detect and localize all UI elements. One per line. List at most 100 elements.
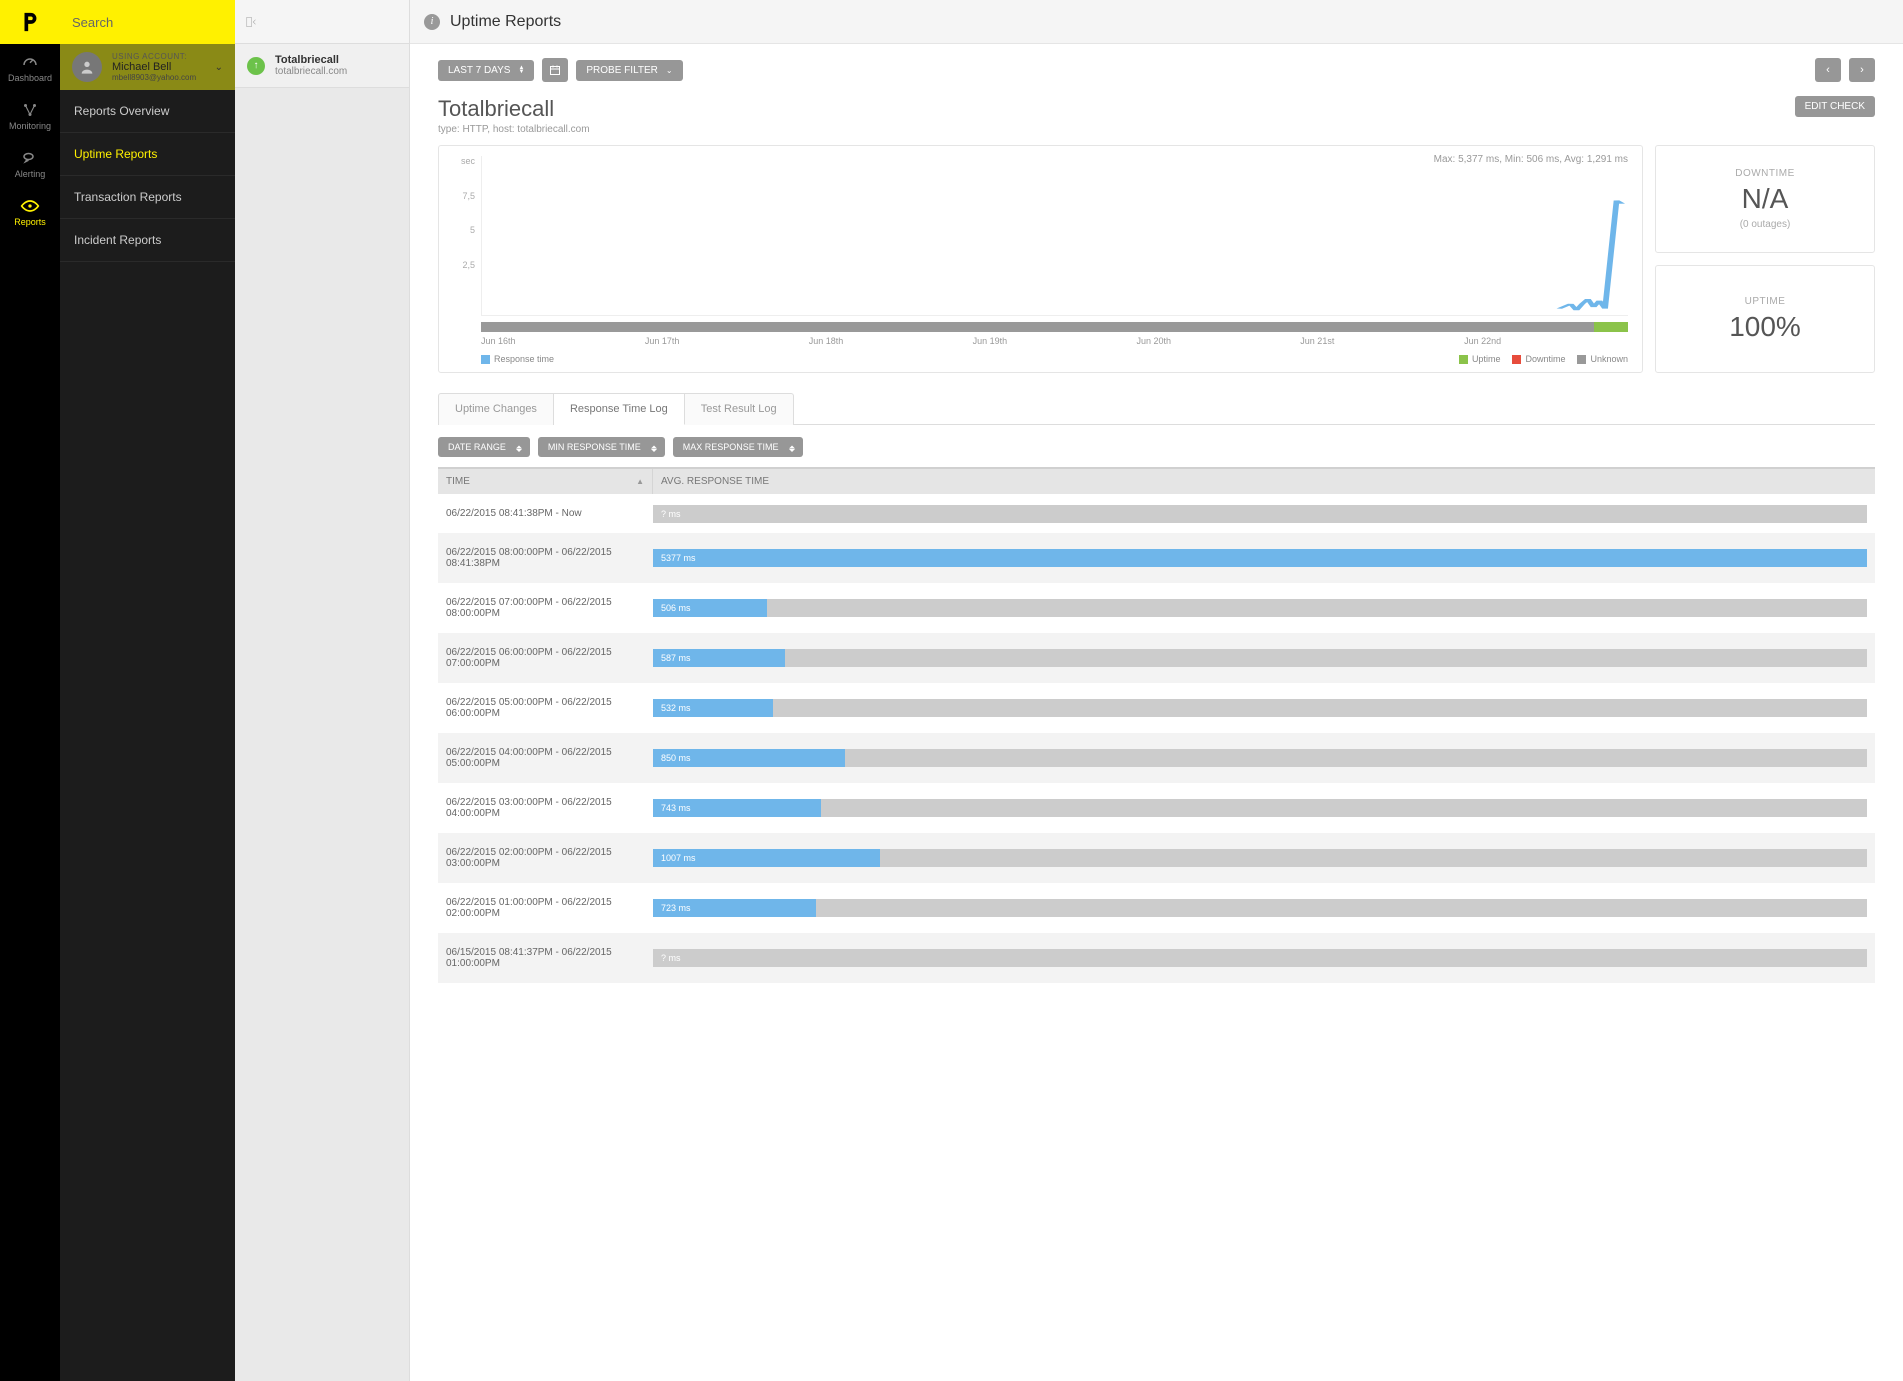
calendar-button[interactable] <box>542 58 568 82</box>
x-axis: Jun 16th Jun 17th Jun 18th Jun 19th Jun … <box>481 336 1628 346</box>
x-tick: Jun 16th <box>481 336 645 346</box>
account-switcher[interactable]: USING ACCOUNT: Michael Bell mbell8903@ya… <box>60 44 235 90</box>
x-tick: Jun 20th <box>1136 336 1300 346</box>
y-unit: sec <box>461 156 475 166</box>
cell-time: 06/22/2015 03:00:00PM - 06/22/2015 04:00… <box>438 783 653 833</box>
date-range-label: LAST 7 DAYS <box>448 65 510 76</box>
y-tick: 7,5 <box>462 191 475 201</box>
date-range-filter[interactable]: DATE RANGE <box>438 437 530 457</box>
logo[interactable] <box>0 0 60 44</box>
tab-response-time-log[interactable]: Response Time Log <box>554 393 685 425</box>
stat-sub: (0 outages) <box>1740 219 1791 230</box>
rail-item-reports[interactable]: Reports <box>0 188 60 236</box>
status-up-icon: ↑ <box>247 57 265 75</box>
edit-check-button[interactable]: EDIT CHECK <box>1795 96 1875 117</box>
table-row: 06/22/2015 07:00:00PM - 06/22/2015 08:00… <box>438 583 1875 633</box>
check-list-column: ↑ Totalbriecall totalbriecall.com <box>235 0 410 1381</box>
response-bar-fill: 587 ms <box>653 649 785 667</box>
response-bar-fill: 532 ms <box>653 699 773 717</box>
nav-item-incident-reports[interactable]: Incident Reports <box>60 219 235 262</box>
next-button[interactable]: › <box>1849 58 1875 82</box>
cell-time: 06/22/2015 05:00:00PM - 06/22/2015 06:00… <box>438 683 653 733</box>
rail-item-alerting[interactable]: Alerting <box>0 140 60 188</box>
max-response-filter[interactable]: MAX RESPONSE TIME <box>673 437 803 457</box>
collapse-icon[interactable] <box>245 15 259 29</box>
date-range-button[interactable]: LAST 7 DAYS ▲▼ <box>438 60 534 81</box>
response-bar: 587 ms <box>653 649 1867 667</box>
table-header: TIME ▲ AVG. RESPONSE TIME <box>438 469 1875 494</box>
scrub-bar[interactable] <box>481 322 1628 332</box>
tab-uptime-changes[interactable]: Uptime Changes <box>438 393 554 425</box>
table-row: 06/22/2015 08:00:00PM - 06/22/2015 08:41… <box>438 533 1875 583</box>
response-bar: ? ms <box>653 949 1867 967</box>
rail-label: Reports <box>14 217 46 227</box>
min-response-filter[interactable]: MIN RESPONSE TIME <box>538 437 665 457</box>
check-list-item[interactable]: ↑ Totalbriecall totalbriecall.com <box>235 44 409 88</box>
chevron-right-icon: › <box>1860 64 1864 76</box>
chevron-down-icon: ⌄ <box>666 66 673 75</box>
column-header-response[interactable]: AVG. RESPONSE TIME <box>653 469 1875 494</box>
search-input[interactable] <box>72 15 248 30</box>
legend-item: Downtime <box>1512 354 1565 364</box>
nav-item-reports-overview[interactable]: Reports Overview <box>60 90 235 133</box>
search-bar <box>60 0 235 44</box>
stat-label: DOWNTIME <box>1735 168 1795 179</box>
rail-label: Dashboard <box>8 73 52 83</box>
plot-area[interactable] <box>481 156 1628 316</box>
stat-value: N/A <box>1742 183 1789 215</box>
avatar <box>72 52 102 82</box>
response-bar: 5377 ms <box>653 549 1867 567</box>
y-tick: 2,5 <box>462 260 475 270</box>
legend-swatch <box>1459 355 1468 364</box>
cell-response: 743 ms <box>653 789 1875 827</box>
info-icon[interactable]: i <box>424 14 440 30</box>
page-title: Uptime Reports <box>450 13 561 31</box>
y-tick: 5 <box>470 225 475 235</box>
check-item-name: Totalbriecall <box>275 54 347 66</box>
table-row: 06/22/2015 02:00:00PM - 06/22/2015 03:00… <box>438 833 1875 883</box>
response-bar-fill: 506 ms <box>653 599 767 617</box>
updown-icon: ▲▼ <box>518 66 524 74</box>
prev-button[interactable]: ‹ <box>1815 58 1841 82</box>
cell-time: 06/22/2015 04:00:00PM - 06/22/2015 05:00… <box>438 733 653 783</box>
table-row: 06/15/2015 08:41:37PM - 06/22/2015 01:00… <box>438 933 1875 983</box>
chart-row: Max: 5,377 ms, Min: 506 ms, Avg: 1,291 m… <box>438 145 1875 373</box>
stat-boxes: DOWNTIME N/A (0 outages) UPTIME 100% <box>1655 145 1875 373</box>
response-bar: ? ms <box>653 505 1867 523</box>
response-bar: 506 ms <box>653 599 1867 617</box>
sidebar: USING ACCOUNT: Michael Bell mbell8903@ya… <box>60 0 235 1381</box>
table-row: 06/22/2015 06:00:00PM - 06/22/2015 07:00… <box>438 633 1875 683</box>
cell-time: 06/22/2015 08:00:00PM - 06/22/2015 08:41… <box>438 533 653 583</box>
table-row: 06/22/2015 05:00:00PM - 06/22/2015 06:00… <box>438 683 1875 733</box>
rail-item-monitoring[interactable]: Monitoring <box>0 92 60 140</box>
topbar: i Uptime Reports <box>410 0 1903 44</box>
rail-label: Alerting <box>15 169 46 179</box>
response-bar: 850 ms <box>653 749 1867 767</box>
response-bar: 743 ms <box>653 799 1867 817</box>
response-bar-fill: 850 ms <box>653 749 845 767</box>
table-body: 06/22/2015 08:41:38PM - Now? ms06/22/201… <box>438 494 1875 983</box>
legend-label: Downtime <box>1525 354 1565 364</box>
legend-swatch <box>481 355 490 364</box>
column-header-time[interactable]: TIME ▲ <box>438 469 653 494</box>
gauge-icon <box>20 53 40 71</box>
eye-icon <box>20 197 40 215</box>
rail-item-dashboard[interactable]: Dashboard <box>0 44 60 92</box>
legend-swatch <box>1512 355 1521 364</box>
chat-icon <box>20 149 40 167</box>
nav-item-transaction-reports[interactable]: Transaction Reports <box>60 176 235 219</box>
cell-time: 06/22/2015 08:41:38PM - Now <box>438 494 653 533</box>
probe-filter-button[interactable]: PROBE FILTER ⌄ <box>576 60 682 81</box>
response-bar-fill: 723 ms <box>653 899 816 917</box>
table-row: 06/22/2015 03:00:00PM - 06/22/2015 04:00… <box>438 783 1875 833</box>
stat-value: 100% <box>1729 311 1801 343</box>
person-icon <box>79 59 95 75</box>
tab-test-result-log[interactable]: Test Result Log <box>685 393 794 425</box>
scrub-handle[interactable] <box>1594 322 1628 332</box>
check-item-host: totalbriecall.com <box>275 66 347 77</box>
legend-label: Response time <box>494 354 554 364</box>
nav-item-uptime-reports[interactable]: Uptime Reports <box>60 133 235 176</box>
check-title: Totalbriecall <box>438 96 590 122</box>
filter-row: LAST 7 DAYS ▲▼ PROBE FILTER ⌄ ‹ › <box>438 58 1875 82</box>
table-row: 06/22/2015 04:00:00PM - 06/22/2015 05:00… <box>438 733 1875 783</box>
